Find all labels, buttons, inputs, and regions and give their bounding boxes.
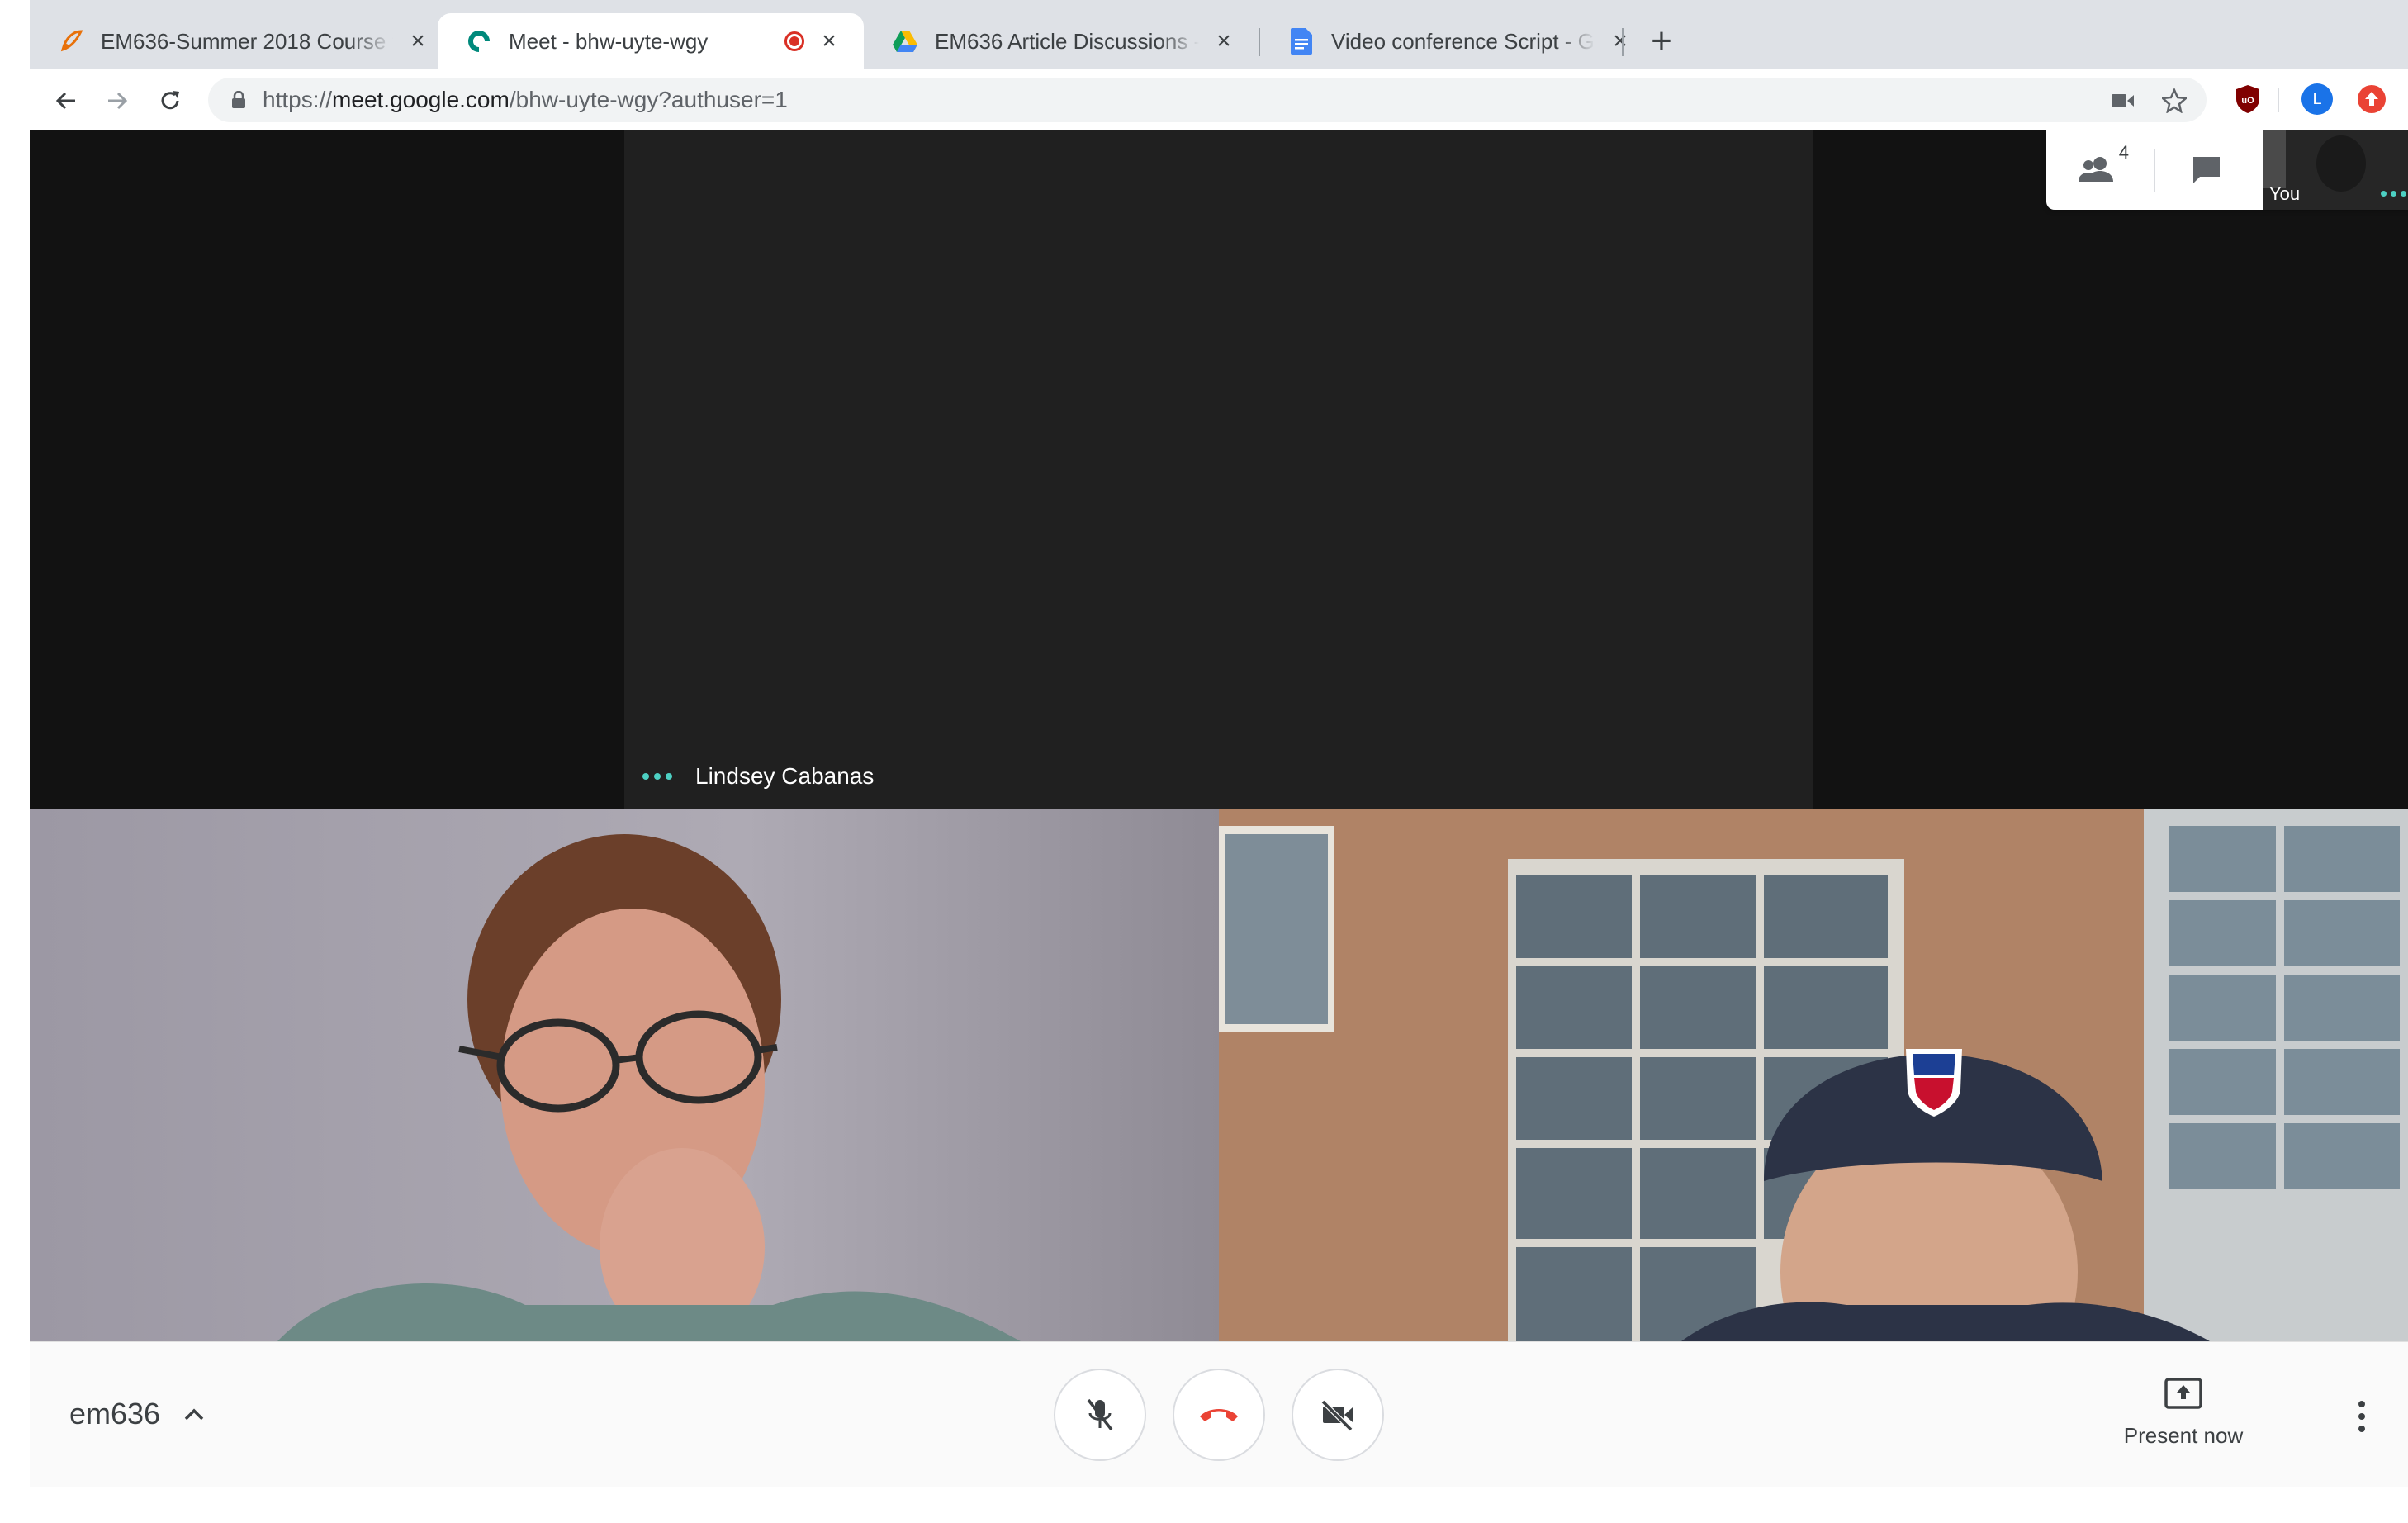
close-tab-icon[interactable]: × bbox=[1212, 27, 1235, 55]
new-tab-button[interactable]: + bbox=[1642, 21, 1681, 61]
meet-control-bar: em636 Present now bbox=[30, 1341, 2408, 1487]
arrow-left-icon bbox=[55, 92, 75, 110]
close-tab-icon[interactable]: × bbox=[1609, 27, 1632, 55]
lock-icon[interactable] bbox=[230, 89, 248, 111]
hang-up-button[interactable] bbox=[1173, 1369, 1265, 1461]
url-host: meet.google.com bbox=[332, 87, 510, 112]
tab-article-discussions[interactable]: EM636 Article Discussions - G × bbox=[864, 13, 1259, 69]
camera-in-use-icon[interactable] bbox=[2111, 88, 2135, 113]
participant-video-tile-1[interactable] bbox=[30, 809, 1219, 1341]
self-label: You bbox=[2269, 183, 2301, 204]
tab-meet[interactable]: Meet - bhw-uyte-wgy × bbox=[438, 13, 864, 69]
update-menu-icon[interactable] bbox=[2355, 83, 2388, 116]
google-docs-icon bbox=[1288, 28, 1315, 55]
address-bar[interactable]: https://meet.google.com/bhw-uyte-wgy?aut… bbox=[208, 78, 2207, 122]
panel-divider bbox=[2154, 149, 2155, 192]
tab-title: EM636-Summer 2018 Course f bbox=[101, 28, 393, 54]
tab-video-script[interactable]: Video conference Script - Goog × bbox=[1260, 13, 1655, 69]
present-now-button[interactable]: Present now bbox=[2093, 1377, 2274, 1449]
tab-title: Video conference Script - Goog bbox=[1331, 28, 1595, 54]
self-view-thumbnail[interactable]: You bbox=[2263, 130, 2408, 210]
toolbar-divider bbox=[2278, 88, 2279, 112]
recording-indicator-icon bbox=[784, 31, 804, 51]
svg-text:uO: uO bbox=[2241, 96, 2254, 106]
chevron-up-icon[interactable] bbox=[182, 1402, 206, 1426]
browser-toolbar: https://meet.google.com/bhw-uyte-wgy?aut… bbox=[30, 69, 2408, 130]
more-dots-icon bbox=[642, 773, 672, 780]
participant-count: 4 bbox=[2118, 142, 2129, 163]
meeting-details-toggle[interactable]: em636 bbox=[69, 1397, 206, 1431]
meet-stage: Lindsey Cabanas 4 You bbox=[30, 130, 2408, 1341]
tab-title: Meet - bhw-uyte-wgy bbox=[509, 28, 709, 54]
tab-divider bbox=[1622, 28, 1624, 56]
phone-hangup-icon bbox=[1200, 1409, 1238, 1421]
tab-title: EM636 Article Discussions - G bbox=[935, 28, 1199, 54]
chat-icon bbox=[2193, 157, 2220, 183]
meeting-name: em636 bbox=[69, 1397, 161, 1430]
more-dots-icon bbox=[2381, 191, 2406, 197]
close-tab-icon[interactable]: × bbox=[818, 27, 841, 55]
mic-off-icon bbox=[1087, 1398, 1113, 1431]
google-meet-icon bbox=[466, 28, 492, 55]
participant-video-tile-2[interactable] bbox=[1219, 809, 2408, 1341]
meet-top-right-panel: 4 You bbox=[2046, 130, 2408, 210]
ublock-extension-icon[interactable]: uO bbox=[2231, 83, 2264, 116]
bookmark-star-icon[interactable] bbox=[2162, 88, 2187, 113]
more-options-icon[interactable] bbox=[2345, 1395, 2378, 1438]
camera-toggle-button[interactable] bbox=[1292, 1369, 1384, 1461]
reload-button[interactable] bbox=[150, 81, 190, 121]
forward-button[interactable] bbox=[97, 81, 137, 121]
participant-video-image bbox=[1219, 809, 2408, 1341]
arrow-right-icon bbox=[108, 92, 128, 110]
url-text: https://meet.google.com/bhw-uyte-wgy?aut… bbox=[263, 87, 788, 113]
people-button[interactable]: 4 bbox=[2073, 142, 2132, 197]
url-scheme: https:// bbox=[263, 87, 333, 112]
close-tab-icon[interactable]: × bbox=[406, 27, 429, 55]
back-button[interactable] bbox=[46, 81, 86, 121]
profile-avatar[interactable]: L bbox=[2301, 83, 2334, 116]
google-drive-icon bbox=[892, 28, 918, 55]
chat-button[interactable] bbox=[2177, 144, 2236, 197]
participant-name: Lindsey Cabanas bbox=[695, 763, 875, 789]
mic-toggle-button[interactable] bbox=[1054, 1369, 1146, 1461]
reload-icon bbox=[161, 91, 179, 110]
participant-label: Lindsey Cabanas bbox=[642, 763, 874, 790]
participant-video-image bbox=[30, 809, 1219, 1341]
course-site-icon bbox=[58, 28, 84, 55]
present-screen-icon bbox=[2164, 1377, 2203, 1410]
url-path: /bhw-uyte-wgy?authuser=1 bbox=[509, 87, 788, 112]
tab-strip: EM636-Summer 2018 Course f × Meet - bhw-… bbox=[30, 0, 2408, 69]
camera-off-icon bbox=[1320, 1399, 1353, 1431]
tab-course[interactable]: EM636-Summer 2018 Course f × bbox=[30, 13, 453, 69]
profile-initial: L bbox=[2312, 89, 2322, 108]
main-participant-tile[interactable]: Lindsey Cabanas bbox=[624, 130, 1813, 809]
present-now-label: Present now bbox=[2123, 1423, 2244, 1448]
